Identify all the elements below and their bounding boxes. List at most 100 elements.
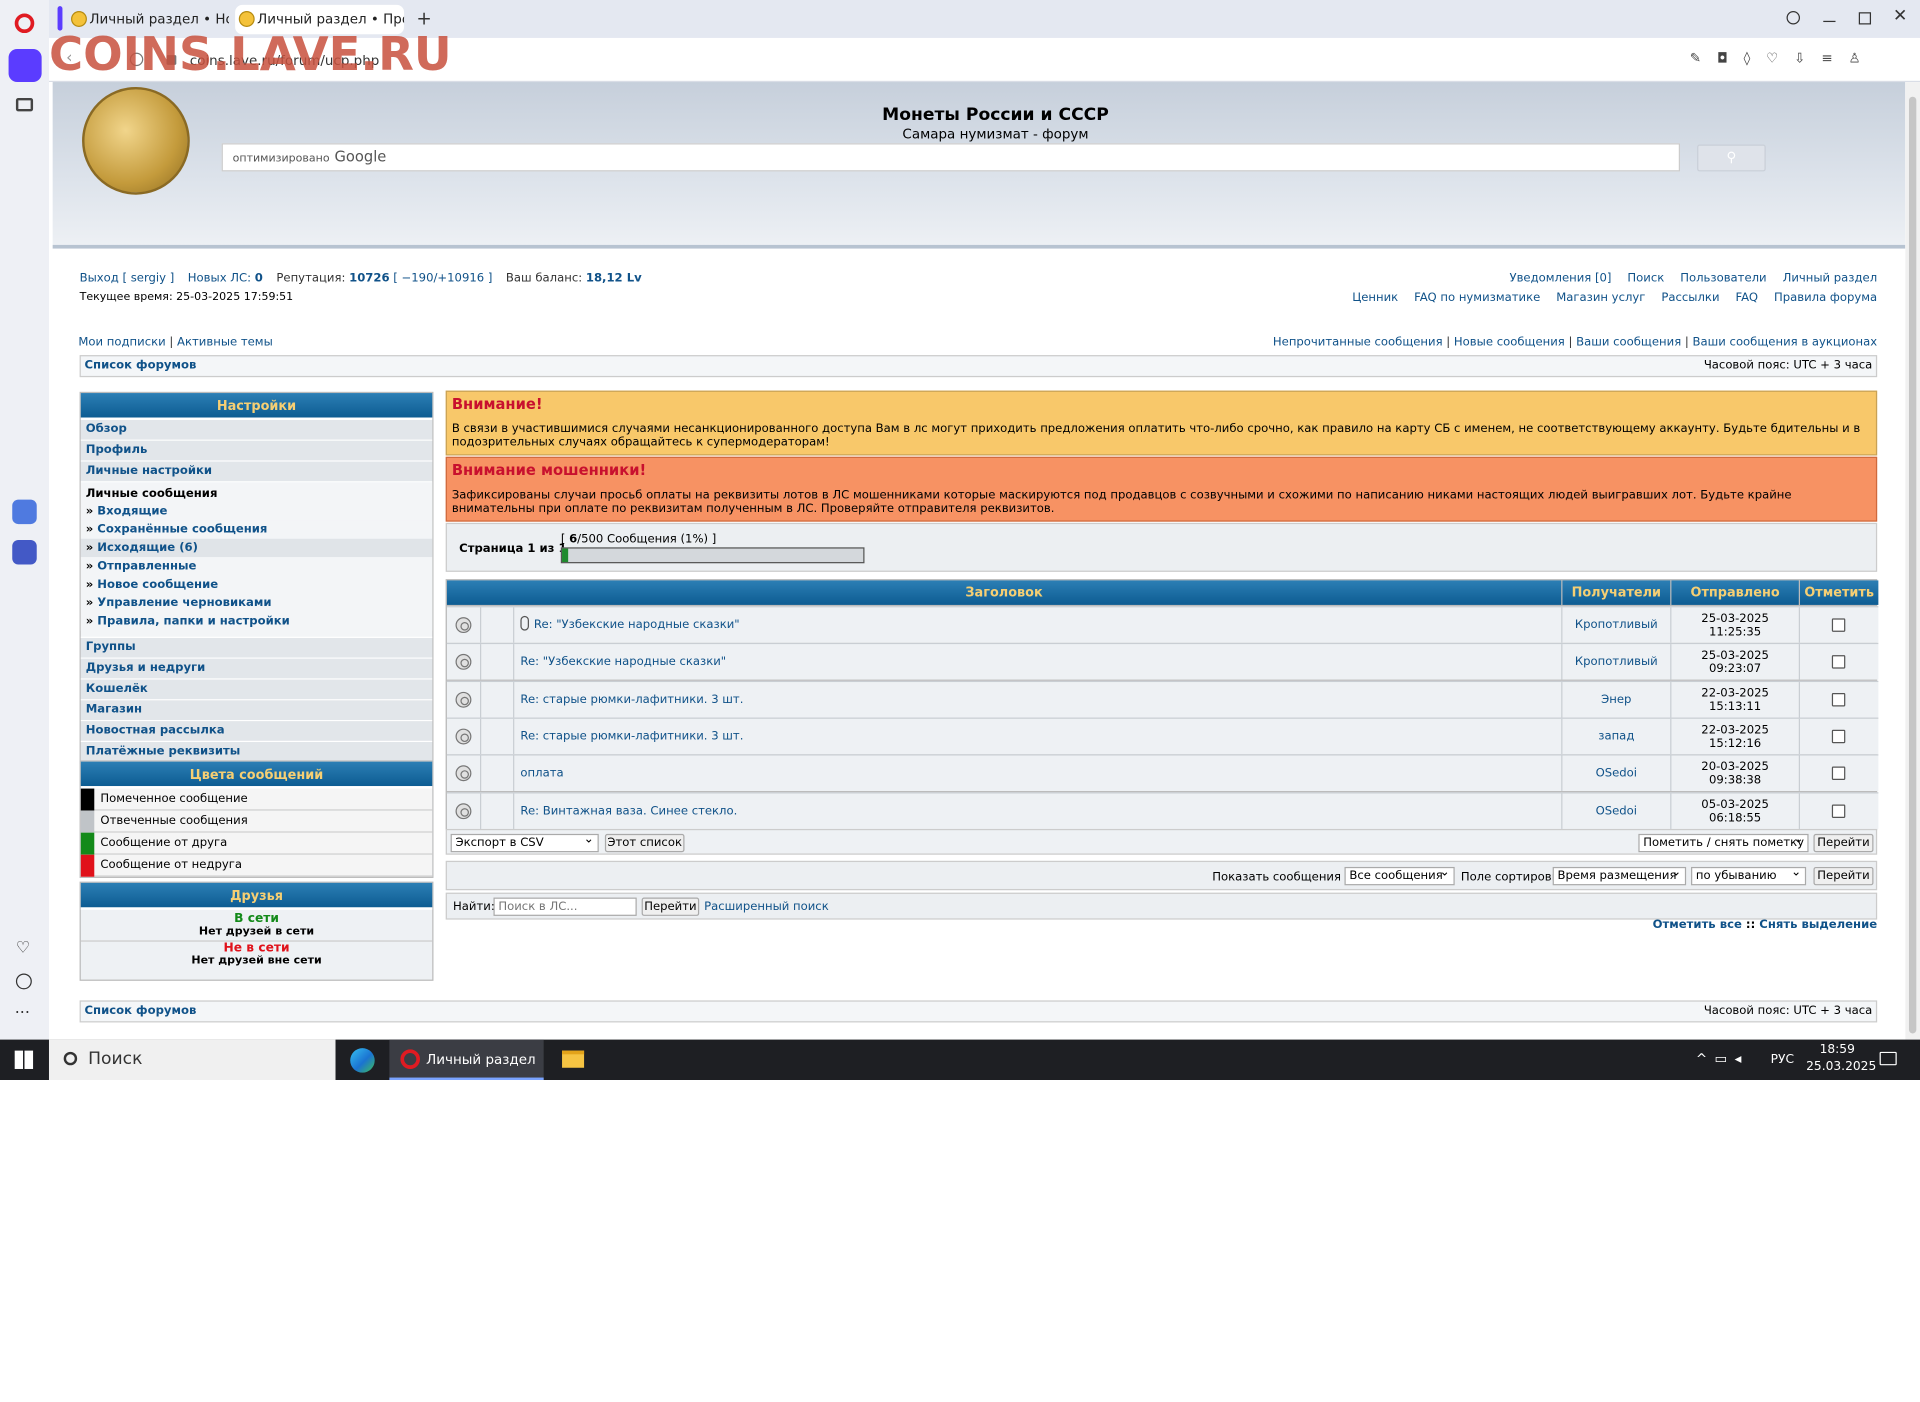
menu-newsletter[interactable]: Новостная рассылка: [80, 721, 433, 743]
close-icon[interactable]: ✕: [1893, 6, 1907, 26]
recipient-link[interactable]: Энер: [1561, 681, 1670, 718]
menu-outbox[interactable]: » Исходящие (6): [80, 538, 433, 558]
menu-compose[interactable]: » Новое сообщение: [80, 575, 433, 594]
menu-profile[interactable]: Профиль: [80, 440, 433, 462]
message-title-link[interactable]: Re: старые рюмки-лафитники. 3 шт.: [520, 730, 743, 743]
menu-friends[interactable]: Друзья и недруги: [80, 658, 433, 680]
price-link[interactable]: Ценник: [1352, 291, 1398, 304]
find-go-button[interactable]: Перейти: [641, 897, 700, 916]
menu-prefs[interactable]: Личные настройки: [80, 461, 433, 483]
site-logo[interactable]: [82, 86, 190, 195]
history-icon[interactable]: [15, 973, 32, 990]
message-title-link[interactable]: Re: старые рюмки-лафитники. 3 шт.: [520, 693, 743, 706]
site-title: Монеты России и СССР: [882, 105, 1109, 125]
menu-overview[interactable]: Обзор: [80, 420, 433, 441]
export-select[interactable]: Экспорт в CSV: [450, 833, 599, 853]
taskbar-search[interactable]: Поиск: [48, 1039, 336, 1081]
show-select[interactable]: Все сообщения: [1344, 866, 1455, 886]
menu-wallet[interactable]: Кошелёк: [80, 679, 433, 701]
ucp-link[interactable]: Личный раздел: [1783, 272, 1878, 285]
message-title-link[interactable]: Re: "Узбекские народные сказки": [534, 618, 740, 631]
notifications-link[interactable]: Уведомления [0]: [1509, 272, 1611, 285]
clock-time[interactable]: 18:59: [1820, 1043, 1855, 1056]
menu-rules[interactable]: » Правила, папки и настройки: [80, 612, 433, 631]
page-scrollbar[interactable]: [1905, 82, 1920, 1040]
unmark-all-link[interactable]: Снять выделение: [1759, 918, 1877, 931]
rep-value[interactable]: 10726: [349, 272, 389, 285]
members-link[interactable]: Пользователи: [1680, 272, 1766, 285]
message-title-link[interactable]: Re: "Узбекские народные сказки": [520, 655, 726, 668]
forum-index-link-bottom[interactable]: Список форумов: [84, 1004, 196, 1017]
sort-go-button[interactable]: Перейти: [1813, 866, 1874, 886]
row-icon-cell: [447, 682, 480, 718]
recipient-link[interactable]: Кропотливый: [1561, 644, 1670, 680]
mark-checkbox[interactable]: [1831, 729, 1846, 744]
opera-logo-icon[interactable]: [14, 13, 35, 34]
lang-indicator[interactable]: РУС: [1771, 1053, 1794, 1066]
active-topics-link[interactable]: Активные темы: [177, 336, 273, 349]
menu-saved[interactable]: » Сохранённые сообщения: [80, 520, 433, 539]
forum-index-link[interactable]: Список форумов: [84, 359, 196, 372]
file-explorer-icon[interactable]: [562, 1050, 585, 1068]
mark-all-link[interactable]: Отметить все: [1653, 918, 1742, 931]
google-search-input[interactable]: оптимизировано Google: [221, 143, 1681, 172]
new-pm-label[interactable]: Новых ЛС:: [188, 272, 251, 285]
menu-sent[interactable]: » Отправленные: [80, 557, 433, 576]
order-select[interactable]: по убыванию: [1691, 866, 1807, 886]
new-posts-link[interactable]: Новые сообщения: [1454, 336, 1565, 349]
mark-select[interactable]: Пометить / снять пометку: [1638, 833, 1809, 853]
message-title-link[interactable]: оплата: [520, 767, 563, 780]
tab-favicon-icon: [71, 11, 87, 27]
col-mark: Отметить: [1800, 580, 1879, 605]
search-tabs-icon[interactable]: [1786, 11, 1801, 25]
find-input[interactable]: [493, 897, 637, 916]
faq-link[interactable]: FAQ: [1735, 291, 1758, 304]
go-button[interactable]: Перейти: [1813, 833, 1874, 853]
search-link[interactable]: Поиск: [1627, 272, 1664, 285]
mark-checkbox[interactable]: [1831, 766, 1846, 781]
this-list-button[interactable]: Этот список: [604, 833, 685, 853]
shop-link[interactable]: Магазин услуг: [1556, 291, 1645, 304]
recipient-link[interactable]: OSedoi: [1561, 755, 1670, 792]
your-posts-link[interactable]: Ваши сообщения: [1576, 336, 1681, 349]
menu-shop[interactable]: Магазин: [80, 700, 433, 722]
recipient-link[interactable]: Кропотливый: [1561, 607, 1670, 643]
more-icon[interactable]: ···: [15, 1004, 30, 1022]
rules-link[interactable]: Правила форума: [1774, 291, 1877, 304]
google-search-button[interactable]: ⚲: [1697, 144, 1766, 172]
subscriptions-link[interactable]: Мои подписки: [78, 336, 165, 349]
workspace-icon[interactable]: [15, 97, 34, 112]
mark-checkbox[interactable]: [1831, 655, 1846, 669]
message-title-link[interactable]: Re: Винтажная ваза. Синее стекло.: [520, 804, 737, 817]
mailings-link[interactable]: Рассылки: [1661, 291, 1719, 304]
notification-icon[interactable]: [1879, 1051, 1897, 1066]
menu-drafts[interactable]: » Управление черновиками: [80, 593, 433, 613]
unread-link[interactable]: Непрочитанные сообщения: [1273, 336, 1443, 349]
menu-groups[interactable]: Группы: [80, 637, 433, 659]
windows-start-icon[interactable]: [14, 1050, 34, 1069]
clock-date[interactable]: 25.03.2025: [1806, 1060, 1876, 1073]
sidebar-app-icon[interactable]: [12, 499, 37, 525]
recipient-link[interactable]: OSedoi: [1561, 792, 1670, 829]
heart-icon[interactable]: ♡: [16, 939, 30, 957]
home-icon[interactable]: [8, 48, 42, 83]
restore-icon[interactable]: [1858, 12, 1872, 25]
sort-select[interactable]: Время размещения: [1552, 866, 1687, 886]
advanced-search-link[interactable]: Расширенный поиск: [704, 900, 829, 913]
mark-checkbox[interactable]: [1831, 803, 1846, 818]
mark-checkbox[interactable]: [1831, 692, 1846, 707]
auction-posts-link[interactable]: Ваши сообщения в аукционах: [1693, 336, 1878, 349]
menu-inbox[interactable]: » Входящие: [80, 502, 433, 521]
faq-numismatics-link[interactable]: FAQ по нумизматике: [1414, 291, 1540, 304]
logout-link[interactable]: Выход [ sergiy ]: [80, 272, 175, 285]
sidebar-music-icon[interactable]: [12, 540, 37, 565]
edge-icon[interactable]: [350, 1048, 375, 1073]
color-swatch: [80, 810, 95, 833]
scrollbar-thumb[interactable]: [1908, 96, 1917, 1034]
minimize-icon[interactable]: [1823, 20, 1836, 23]
recipient-link[interactable]: запад: [1561, 718, 1670, 755]
mark-checkbox[interactable]: [1831, 618, 1846, 632]
offline-none: Нет друзей вне сети: [191, 955, 322, 968]
quota-text: [ 6/500 Сообщения (1%) ]: [561, 533, 716, 546]
balance-value[interactable]: 18,12 Lv: [586, 272, 642, 285]
